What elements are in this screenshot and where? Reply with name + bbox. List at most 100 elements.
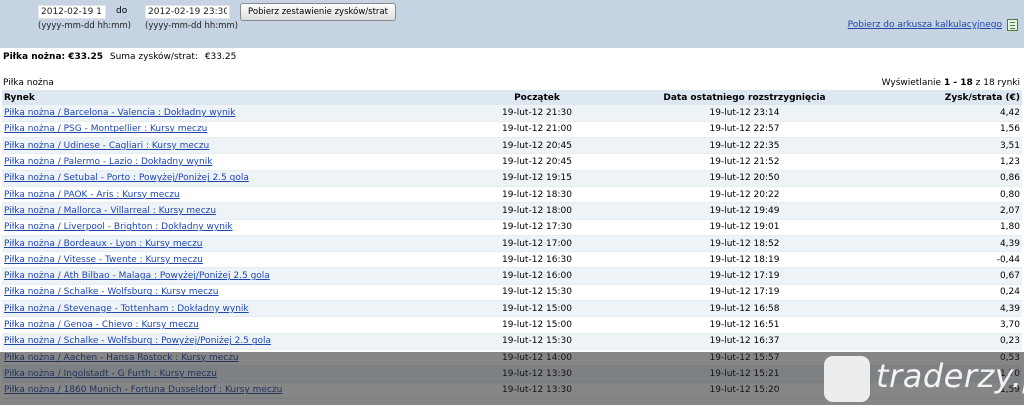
market-cell: Piłka nożna / Ingolstadt - G Furth : Kur… (2, 365, 432, 383)
settled-time-cell: 19-lut-12 15:21 (642, 365, 847, 383)
profit-loss-cell: 0,24 (847, 284, 1022, 302)
start-time-cell: 19-lut-12 21:00 (432, 121, 642, 139)
date-from-input[interactable] (38, 5, 106, 19)
table-header-row: Rynek Początek Data ostatniego rozstrzyg… (2, 90, 1022, 105)
settled-time-cell: 19-lut-12 20:50 (642, 170, 847, 187)
sum-label: Suma zysków/strat: (109, 52, 198, 62)
table-row: Piłka nożna / Setubal - Porto : Powyżej/… (2, 170, 1022, 187)
spreadsheet-icon[interactable] (1007, 19, 1018, 31)
column-header-settled[interactable]: Data ostatniego rozstrzygnięcia (642, 90, 847, 105)
profit-loss-cell: 1,23 (847, 153, 1022, 171)
settled-time-cell: 19-lut-12 16:58 (642, 300, 847, 318)
start-time-cell: 19-lut-12 15:30 (432, 333, 642, 350)
table-row: Piłka nożna / Genoa - Chievo : Kursy mec… (2, 316, 1022, 334)
settled-time-cell: 19-lut-12 15:57 (642, 349, 847, 367)
market-link[interactable]: Piłka nożna / Aachen - Hansa Rostock : K… (4, 353, 239, 363)
start-time-cell: 19-lut-12 13:30 (432, 365, 642, 383)
settled-time-cell: 19-lut-12 17:19 (642, 267, 847, 285)
table-row: Piłka nożna / Mallorca - Villarreal : Ku… (2, 202, 1022, 220)
settled-time-cell: 19-lut-12 22:57 (642, 121, 847, 139)
date-to-label: do (116, 6, 128, 16)
market-cell: Piłka nożna / Bordeaux - Lyon : Kursy me… (2, 235, 432, 253)
table-row: Piłka nożna / PSG - Montpellier : Kursy … (2, 121, 1022, 139)
market-link[interactable]: Piłka nożna / PAOK - Aris : Kursy meczu (4, 190, 180, 200)
start-time-cell: 19-lut-12 15:00 (432, 300, 642, 318)
profit-loss-cell: 0,67 (847, 267, 1022, 285)
market-link[interactable]: Piłka nożna / Vitesse - Twente : Kursy m… (4, 255, 203, 265)
market-link[interactable]: Piłka nożna / Ath Bilbao - Malaga : Powy… (4, 271, 270, 281)
column-header-market[interactable]: Rynek (2, 90, 432, 105)
market-cell: Piłka nożna / Schalke - Wolfsburg : Kurs… (2, 284, 432, 302)
profit-summary: Piłka nożna: €33.25 Suma zysków/strat: €… (3, 52, 236, 62)
profit-loss-cell: 2,07 (847, 202, 1022, 220)
start-time-cell: 19-lut-12 17:00 (432, 235, 642, 253)
start-time-cell: 19-lut-12 21:30 (432, 105, 642, 122)
start-time-cell: 19-lut-12 16:00 (432, 267, 642, 285)
market-link[interactable]: Piłka nożna / Liverpool - Brighton : Dok… (4, 222, 233, 232)
profit-loss-cell: 0,23 (847, 333, 1022, 350)
start-time-cell: 19-lut-12 20:45 (432, 137, 642, 155)
market-link[interactable]: Piłka nożna / Schalke - Wolfsburg : Powy… (4, 336, 271, 346)
market-link[interactable]: Piłka nożna / Udinese - Cagliari : Kursy… (4, 141, 209, 151)
market-cell: Piłka nożna / Palermo - Lazio : Dokładny… (2, 153, 432, 171)
date-from-format-hint: (yyyy-mm-dd hh:mm) (38, 21, 131, 31)
market-link[interactable]: Piłka nożna / Mallorca - Villarreal : Ku… (4, 206, 216, 216)
settled-time-cell: 19-lut-12 15:20 (642, 382, 847, 399)
market-link[interactable]: Piłka nożna / Setubal - Porto : Powyżej/… (4, 173, 249, 183)
market-link[interactable]: Piłka nożna / Schalke - Wolfsburg : Kurs… (4, 287, 218, 297)
profit-loss-cell: 4,42 (847, 105, 1022, 122)
start-time-cell: 19-lut-12 16:30 (432, 251, 642, 269)
table-row: Piłka nożna / Barcelona - Valencia : Dok… (2, 105, 1022, 122)
table-row: Piłka nożna / Bordeaux - Lyon : Kursy me… (2, 235, 1022, 253)
profit-loss-cell: 3,51 (847, 137, 1022, 155)
start-time-cell: 19-lut-12 19:15 (432, 170, 642, 187)
profit-loss-cell: 1,80 (847, 219, 1022, 236)
settled-time-cell: 19-lut-12 23:14 (642, 105, 847, 122)
settled-time-cell: 19-lut-12 22:35 (642, 137, 847, 155)
profit-loss-cell: 1,56 (847, 121, 1022, 139)
table-row: Piłka nożna / Schalke - Wolfsburg : Kurs… (2, 284, 1022, 302)
fetch-profit-loss-button[interactable]: Pobierz zestawienie zysków/strat (240, 3, 396, 21)
market-cell: Piłka nożna / Stevenage - Tottenham : Do… (2, 300, 432, 318)
start-time-cell: 19-lut-12 15:00 (432, 316, 642, 334)
profit-loss-cell: 0,86 (847, 170, 1022, 187)
market-cell: Piłka nożna / Liverpool - Brighton : Dok… (2, 219, 432, 236)
profit-loss-cell: 4,39 (847, 300, 1022, 318)
market-link[interactable]: Piłka nożna / Bordeaux - Lyon : Kursy me… (4, 239, 203, 249)
table-row: Piłka nożna / Aachen - Hansa Rostock : K… (2, 349, 1022, 367)
sport-total: Piłka nożna: €33.25 (3, 52, 103, 62)
column-header-start[interactable]: Początek (432, 90, 642, 105)
market-cell: Piłka nożna / Vitesse - Twente : Kursy m… (2, 251, 432, 269)
date-to-input[interactable] (145, 5, 230, 19)
market-cell: Piłka nożna / Aachen - Hansa Rostock : K… (2, 349, 432, 367)
start-time-cell: 19-lut-12 17:30 (432, 219, 642, 236)
market-link[interactable]: Piłka nożna / Ingolstadt - G Furth : Kur… (4, 369, 217, 379)
column-header-profit-loss[interactable]: Zysk/strata (€) (847, 90, 1022, 105)
table-row: Piłka nożna / Ingolstadt - G Furth : Kur… (2, 365, 1022, 383)
paging-prefix: Wyświetlanie (881, 78, 942, 88)
table-row: Piłka nożna / 1860 Munich - Fortuna Duss… (2, 382, 1022, 399)
market-cell: Piłka nożna / Setubal - Porto : Powyżej/… (2, 170, 432, 187)
filter-panel: do (yyyy-mm-dd hh:mm) (yyyy-mm-dd hh:mm)… (0, 0, 1024, 48)
profit-loss-cell: 1,70 (847, 365, 1022, 383)
market-link[interactable]: Piłka nożna / Palermo - Lazio : Dokładny… (4, 157, 212, 167)
market-link[interactable]: Piłka nożna / PSG - Montpellier : Kursy … (4, 124, 207, 134)
market-link[interactable]: Piłka nożna / Barcelona - Valencia : Dok… (4, 108, 235, 118)
market-cell: Piłka nożna / Schalke - Wolfsburg : Powy… (2, 333, 432, 350)
settled-time-cell: 19-lut-12 20:22 (642, 186, 847, 204)
download-spreadsheet-link[interactable]: Pobierz do arkusza kalkulacyjnego (848, 20, 1002, 30)
market-link[interactable]: Piłka nożna / Genoa - Chievo : Kursy mec… (4, 320, 199, 330)
results-table: Rynek Początek Data ostatniego rozstrzyg… (2, 90, 1022, 399)
start-time-cell: 19-lut-12 14:00 (432, 349, 642, 367)
market-link[interactable]: Piłka nożna / Stevenage - Tottenham : Do… (4, 304, 249, 314)
profit-loss-cell: 1,59 (847, 382, 1022, 399)
start-time-cell: 19-lut-12 13:30 (432, 382, 642, 399)
table-row: Piłka nożna / PAOK - Aris : Kursy meczu 1… (2, 186, 1022, 204)
start-time-cell: 19-lut-12 20:45 (432, 153, 642, 171)
settled-time-cell: 19-lut-12 19:01 (642, 219, 847, 236)
profit-loss-cell: -0,44 (847, 251, 1022, 269)
results-body: Piłka nożna / Barcelona - Valencia : Dok… (2, 105, 1022, 399)
market-link[interactable]: Piłka nożna / 1860 Munich - Fortuna Duss… (4, 385, 282, 395)
settled-time-cell: 19-lut-12 19:49 (642, 202, 847, 220)
settled-time-cell: 19-lut-12 17:19 (642, 284, 847, 302)
